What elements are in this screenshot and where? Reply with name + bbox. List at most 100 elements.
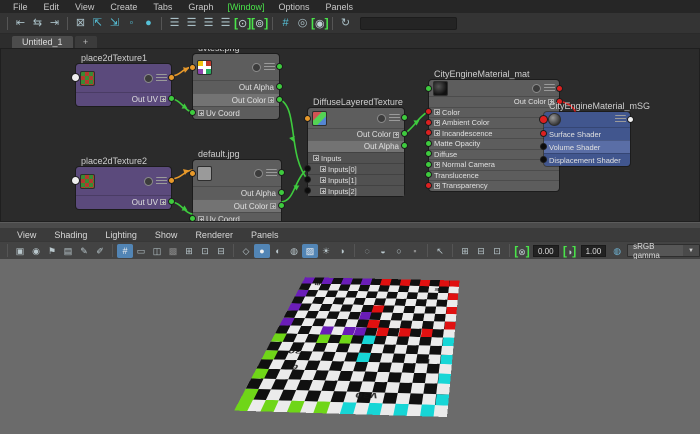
menu-edit[interactable]: Edit [36,2,68,12]
node-uvtest-png[interactable]: uvtest.png Out Alpha Out Color Uv Coord [193,54,279,119]
smooth-shade-icon[interactable]: ● [254,244,270,258]
attr-row-out-color[interactable]: Out Color [429,96,559,107]
node-header[interactable] [76,64,171,92]
port-inputs-1[interactable] [304,176,311,183]
menu-options[interactable]: Options [270,2,317,12]
port-normal-camera[interactable] [425,161,432,168]
2d-pan-zoom-icon[interactable]: ✎ [76,244,92,258]
graph-upstream-icon[interactable]: ◦ [123,15,140,31]
camera-attributes-icon[interactable]: ◉ [28,244,44,258]
tab-untitled-1[interactable]: Untitled_1 [12,36,73,48]
menu-graph[interactable]: Graph [180,2,221,12]
attr-row-out-alpha[interactable]: Out Alpha [193,186,281,199]
panel-layout-icon-3[interactable]: ⊡ [489,244,505,258]
ambient-occlusion-icon[interactable]: ◒ [375,244,391,258]
node-state-icon[interactable] [254,169,263,178]
motion-blur-icon[interactable]: ▪ [407,244,423,258]
pin-icon[interactable]: ◎ [294,15,311,31]
layout-connected-icon[interactable]: ☰ [183,15,200,31]
attr-row-out-color[interactable]: Out Color [308,128,404,140]
expand-plug-icon[interactable] [393,132,399,138]
node-header[interactable] [193,160,281,186]
attr-row-out-alpha[interactable]: Out Alpha [193,80,279,93]
port-incandescence[interactable] [425,129,432,136]
attr-row-translucence[interactable]: Translucence [429,170,559,181]
port-out-uv[interactable] [168,95,175,102]
port-transparency[interactable] [425,182,432,189]
layout-simple-icon[interactable]: ☰ [166,15,183,31]
node-options-icon[interactable] [389,114,400,123]
refresh-icon[interactable]: ↻ [337,15,354,31]
port-out[interactable] [556,85,563,92]
node-cityengine-material-msg[interactable]: CityEngineMaterial_mSG Surface Shader Vo… [544,112,630,166]
colorspace-dropdown[interactable]: sRGB gamma ▼ [627,244,700,257]
layout-custom-icon[interactable]: ☰ [217,15,234,31]
attr-row-out-alpha[interactable]: Out Alpha [308,140,404,152]
attr-row-surface-shader[interactable]: Surface Shader [544,127,630,140]
attr-row-inputs-0[interactable]: Inputs[0] [308,163,404,174]
flat-shade-icon[interactable]: ◐ [270,244,286,258]
node-options-icon[interactable] [266,169,277,178]
greasepencil-icon[interactable]: ✐ [92,244,108,258]
3d-viewport[interactable]: m v E 3O 0E L5 V3O [0,259,700,434]
default-lighting-icon[interactable]: ◌ [359,244,375,258]
attr-row-uv-coord[interactable]: Uv Coord [193,106,279,119]
film-gate-icon[interactable]: ▭ [133,244,149,258]
image-plane-icon[interactable]: ▤ [60,244,76,258]
node-default-jpg[interactable]: default.jpg Out Alpha Out Color Uv Coord [193,160,281,222]
port-in[interactable] [71,73,80,82]
port-out[interactable] [627,116,634,123]
node-state-icon[interactable] [144,74,153,83]
exposure-field[interactable]: 0.00 [533,245,559,257]
gamma-field[interactable]: 1.00 [581,245,607,257]
snap-to-grid-icon[interactable]: # [277,15,294,31]
node-header[interactable] [76,167,171,195]
expand-plug-icon[interactable] [320,166,326,172]
attr-row-transparency[interactable]: Transparency [429,180,559,191]
node-options-icon[interactable] [156,177,167,186]
port-inputs-2[interactable] [304,187,311,194]
vp-menu-panels[interactable]: Panels [242,230,288,240]
attr-row-inputs-2[interactable]: Inputs[2] [308,185,404,196]
port-out-alpha[interactable] [401,142,408,149]
new-tab-button[interactable]: + [75,36,97,48]
port-in[interactable] [304,115,311,122]
port-out-color[interactable] [401,130,408,137]
port-matte-opacity[interactable] [425,140,432,147]
attr-row-inputs-1[interactable]: Inputs[1] [308,174,404,185]
port-out[interactable] [401,114,408,121]
field-chart-icon[interactable]: ⊞ [181,244,197,258]
grid-toggle-icon[interactable]: # [117,244,133,258]
port-diffuse[interactable] [425,150,432,157]
layout-full-icon[interactable]: ☰ [200,15,217,31]
port-inputs-0[interactable] [304,165,311,172]
gate-mask-icon[interactable]: ▩ [165,244,181,258]
port-out[interactable] [168,177,175,184]
node-state-icon[interactable] [144,177,153,186]
node-editor-canvas[interactable]: place2dTexture1 Out UV uvtest.png [0,48,700,222]
expand-plug-icon[interactable] [268,97,274,103]
contrast-icon[interactable]: ◑ [562,244,578,258]
expand-plug-icon[interactable] [198,216,204,222]
node-options-icon[interactable] [615,115,626,124]
expand-plug-icon[interactable] [434,183,440,189]
node-header[interactable] [429,80,559,96]
port-surface-shader[interactable] [540,130,547,137]
textured-icon[interactable]: ▨ [302,244,318,258]
port-in[interactable] [189,64,196,71]
expand-plug-icon[interactable] [434,120,440,126]
attr-row-out-uv[interactable]: Out UV [76,92,171,105]
graph-downstream-icon[interactable]: ● [140,15,157,31]
clear-graph-icon[interactable]: ⊠ [72,15,89,31]
vp-menu-lighting[interactable]: Lighting [96,230,146,240]
expand-plug-icon[interactable] [434,109,440,115]
panel-layout-icon-2[interactable]: ⊟ [473,244,489,258]
port-color[interactable] [425,108,432,115]
anti-aliasing-icon[interactable]: ○ [391,244,407,258]
port-ambient-color[interactable] [425,119,432,126]
node-state-icon[interactable] [377,114,386,123]
zoom-selected-icon[interactable]: ⊙ [234,15,251,31]
port-out[interactable] [278,169,285,176]
port-out-alpha[interactable] [276,83,283,90]
attr-row-volume-shader[interactable]: Volume Shader [544,140,630,153]
